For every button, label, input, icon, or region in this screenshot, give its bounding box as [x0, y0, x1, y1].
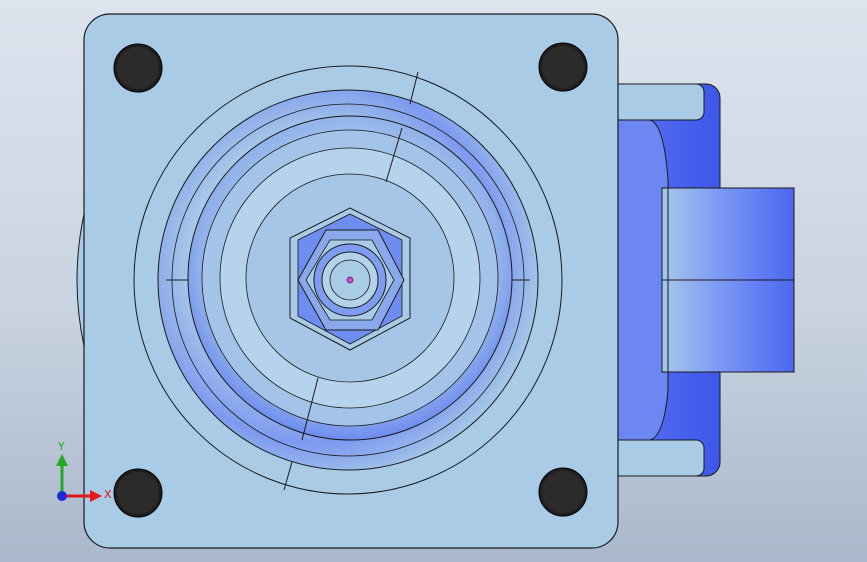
axis-triad: Y X: [56, 440, 112, 502]
axis-label-x: X: [104, 488, 112, 501]
axle-housing[interactable]: [661, 187, 795, 373]
xyz-triad-icon: Y X: [56, 440, 112, 502]
wheel-edge-left: [76, 213, 85, 347]
cad-viewport[interactable]: Y X: [0, 0, 867, 562]
axis-label-y: Y: [57, 440, 65, 453]
center-point: [346, 276, 354, 284]
caster-model[interactable]: [0, 0, 867, 562]
